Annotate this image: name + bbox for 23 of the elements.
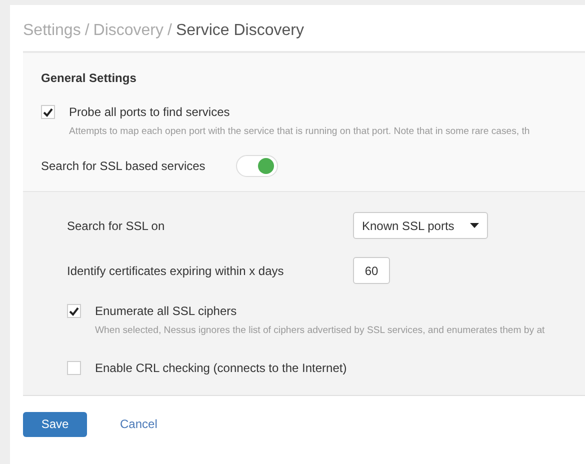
description-text: Attempts to map each open port with the service that is running on that port. Note that in some rare cases, th <box>69 125 531 139</box>
toggle-switch[interactable] <box>236 155 278 178</box>
checkbox-label: Enable CRL checking (connects to the Internet) <box>95 360 347 377</box>
ssl-port-dropdown[interactable]: Known SSL ports <box>353 212 488 240</box>
checkbox[interactable] <box>67 304 81 318</box>
checkbox-label: Probe all ports to find services <box>69 104 230 121</box>
toggle-label: Search for SSL based services <box>41 158 206 176</box>
breadcrumb-separator: / <box>168 22 172 39</box>
breadcrumb-separator: / <box>84 22 90 39</box>
caret-icon <box>470 223 479 228</box>
breadcrumb-link[interactable]: Settings <box>23 22 81 39</box>
checkbox[interactable] <box>41 105 55 119</box>
checkbox-label: Enumerate all SSL ciphers <box>95 303 237 320</box>
breadcrumb-link[interactable]: Discovery <box>93 22 164 39</box>
cancel-link[interactable]: Cancel <box>120 415 158 434</box>
breadcrumb-current: Service Discovery <box>176 22 304 39</box>
checkbox[interactable] <box>67 360 81 375</box>
days-input[interactable]: 60 <box>353 257 390 284</box>
description-text: When selected, Nessus ignores the list of ciphers advertised by SSL services, and enumerates them by at <box>95 324 546 338</box>
field-label: Identify certificates expiring within x days <box>67 262 285 280</box>
field-label: Search for SSL on <box>67 218 166 235</box>
save-button[interactable]: Save <box>23 412 87 437</box>
section-heading: General Settings <box>41 70 138 87</box>
